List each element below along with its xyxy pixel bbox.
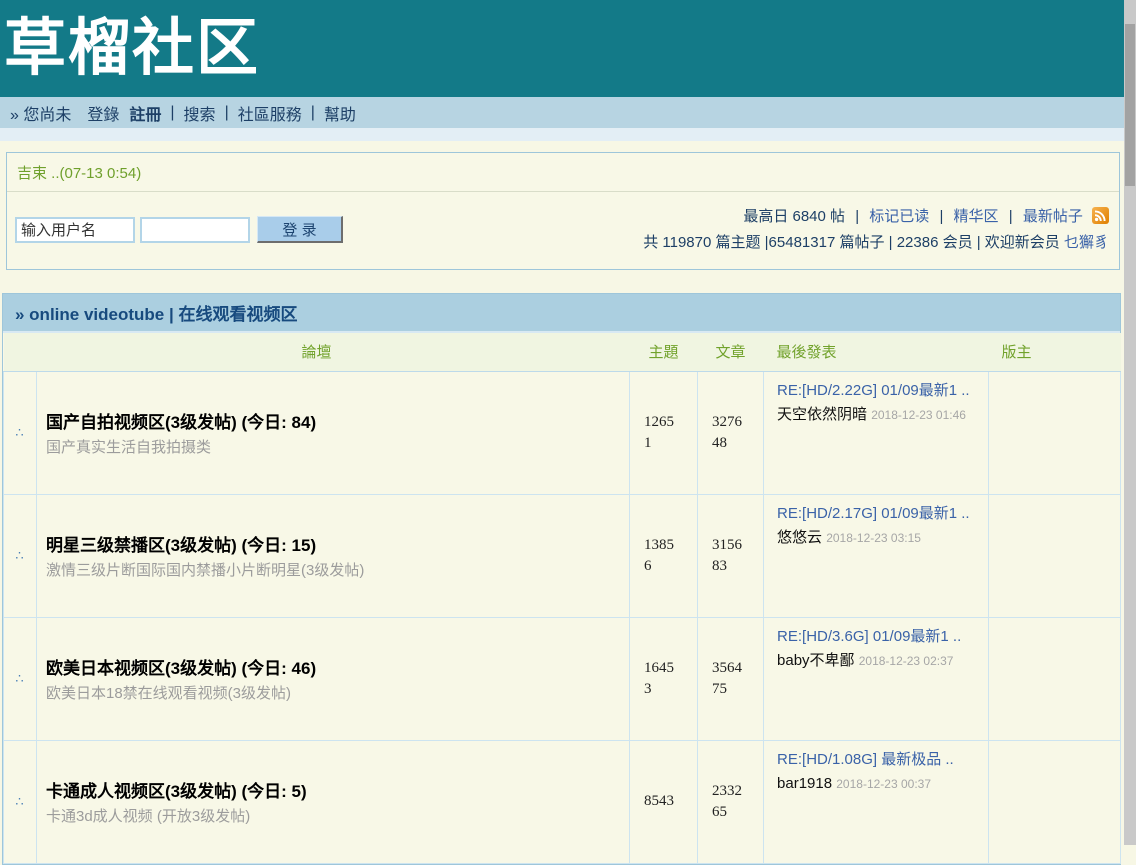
new-member-link[interactable]: 乜獬豸 <box>1064 234 1109 251</box>
forum-title-link[interactable]: 卡通成人视频区(3级发帖) (今日: 5) <box>46 782 307 801</box>
login-status-text: » 您尚未 <box>10 101 71 125</box>
forum-cell: 明星三级禁播区(3级发帖) (今日: 15) 激情三级片断国际国内禁播小片断明星… <box>37 494 630 617</box>
board-stats: 最高日 6840 帖 | 标记已读 | 精华区 | 最新帖子 <box>643 205 1109 254</box>
forum-title-link[interactable]: 明星三级禁播区(3级发帖) (今日: 15) <box>46 536 316 555</box>
forum-title-link[interactable]: 国产自拍视频区(3级发帖) (今日: 84) <box>46 413 316 432</box>
separator: | <box>855 208 859 225</box>
moderator-cell <box>989 617 1121 740</box>
stats-line2: 共 119870 篇主题 |65481317 篇帖子 | 22386 会员 | … <box>643 231 1109 254</box>
lastpost-date: 2018-12-23 00:37 <box>836 777 931 791</box>
column-header-threads: 主題 <box>630 333 698 371</box>
stats-line1: 最高日 6840 帖 | 标记已读 | 精华区 | 最新帖子 <box>643 205 1109 231</box>
forum-description: 卡通3d成人视频 (开放3级发帖) <box>46 805 619 826</box>
column-header-posts: 文章 <box>698 333 764 371</box>
forum-description: 激情三级片断国际国内禁播小片断明星(3级发帖) <box>46 559 619 580</box>
threads-count-cell: 12651 <box>630 371 698 494</box>
forum-cell: 欧美日本视频区(3级发帖) (今日: 46) 欧美日本18禁在线观看视频(3级发… <box>37 617 630 740</box>
posts-count-cell: 327648 <box>698 371 764 494</box>
totals-text: 共 119870 篇主题 |65481317 篇帖子 | 22386 会员 | … <box>643 234 1060 251</box>
password-input[interactable] <box>140 217 250 243</box>
separator: | <box>1009 208 1013 225</box>
lastpost-link[interactable]: RE:[HD/2.17G] 01/09最新1 .. <box>777 505 970 522</box>
lastpost-user: 悠悠云 <box>777 529 822 546</box>
forum-title-link[interactable]: 欧美日本视频区(3级发帖) (今日: 46) <box>46 659 316 678</box>
column-header-moderator: 版主 <box>989 333 1121 371</box>
lastpost-date: 2018-12-23 01:46 <box>871 408 966 422</box>
moderator-cell <box>989 494 1121 617</box>
site-logo: 草榴社区 <box>0 18 260 80</box>
scrollbar-thumb[interactable] <box>1125 24 1135 186</box>
max-posts-text: 最高日 6840 帖 <box>743 208 845 225</box>
separator: | <box>311 104 315 122</box>
column-header-forum: 論壇 <box>4 333 630 371</box>
forum-status-cell: ∴ <box>4 371 37 494</box>
lastpost-user: bar1918 <box>777 775 832 792</box>
lastpost-link[interactable]: RE:[HD/1.08G] 最新极品 .. <box>777 751 954 768</box>
nav-strip <box>0 128 1124 141</box>
forum-table: 論壇 主題 文章 最後發表 版主 ∴ 国产自拍视频区(3级发帖) (今日: 84… <box>3 333 1121 864</box>
login-stats-row: 登 录 最高日 6840 帖 | 标记已读 | 精华区 | 最新帖子 <box>7 192 1119 269</box>
separator: | <box>170 104 174 122</box>
login-form: 登 录 <box>15 216 343 243</box>
nav-help-link[interactable]: 幫助 <box>324 101 356 125</box>
rss-icon[interactable] <box>1092 207 1109 231</box>
forum-icon: ∴ <box>15 671 24 686</box>
lastpost-date: 2018-12-23 03:15 <box>826 531 921 545</box>
moderator-cell <box>989 371 1121 494</box>
notice-login-box: 吉束 ..(07-13 0:54) 登 录 最高日 6840 帖 | 标记已读 … <box>6 152 1120 270</box>
forum-description: 欧美日本18禁在线观看视频(3级发帖) <box>46 682 619 703</box>
username-input[interactable] <box>15 217 135 243</box>
forum-status-cell: ∴ <box>4 494 37 617</box>
table-header-row: 論壇 主題 文章 最後發表 版主 <box>4 333 1121 371</box>
forum-icon: ∴ <box>15 794 24 809</box>
vertical-scrollbar[interactable] <box>1124 0 1136 845</box>
threads-count-cell: 16453 <box>630 617 698 740</box>
lastpost-link[interactable]: RE:[HD/2.22G] 01/09最新1 .. <box>777 382 970 399</box>
site-header: 草榴社区 <box>0 0 1124 97</box>
forum-icon: ∴ <box>15 548 24 563</box>
separator: | <box>939 208 943 225</box>
threads-count-cell: 13856 <box>630 494 698 617</box>
navbar: » 您尚未 登錄 註冊 | 搜索 | 社區服務 | 幫助 <box>0 97 1124 128</box>
category-title[interactable]: » online videotube | 在线观看视频区 <box>3 294 1120 333</box>
lastpost-date: 2018-12-23 02:37 <box>859 654 954 668</box>
lastpost-link[interactable]: RE:[HD/3.6G] 01/09最新1 .. <box>777 628 961 645</box>
lastpost-cell: RE:[HD/2.22G] 01/09最新1 .. 天空依然阴暗 2018-12… <box>764 371 989 494</box>
notice-text: 吉束 ..(07-13 0:54) <box>7 153 1119 192</box>
table-row: ∴ 明星三级禁播区(3级发帖) (今日: 15) 激情三级片断国际国内禁播小片断… <box>4 494 1121 617</box>
posts-count-cell: 315683 <box>698 494 764 617</box>
forum-description: 国产真实生活自我拍摄类 <box>46 436 619 457</box>
table-row: ∴ 欧美日本视频区(3级发帖) (今日: 46) 欧美日本18禁在线观看视频(3… <box>4 617 1121 740</box>
forum-category-box: » online videotube | 在线观看视频区 論壇 主題 文章 最後… <box>2 293 1121 865</box>
column-header-lastpost: 最後發表 <box>764 333 989 371</box>
forum-icon: ∴ <box>15 425 24 440</box>
mark-read-link[interactable]: 标记已读 <box>869 208 929 225</box>
lastpost-cell: RE:[HD/2.17G] 01/09最新1 .. 悠悠云 2018-12-23… <box>764 494 989 617</box>
lastpost-user: 天空依然阴暗 <box>777 406 867 423</box>
lastpost-cell: RE:[HD/3.6G] 01/09最新1 .. baby不卑鄙 2018-12… <box>764 617 989 740</box>
login-button[interactable]: 登 录 <box>257 216 343 243</box>
digest-link[interactable]: 精华区 <box>954 208 999 225</box>
nav-login-link[interactable]: 登錄 <box>87 101 119 125</box>
lastpost-user: baby不卑鄙 <box>777 652 855 669</box>
forum-cell: 国产自拍视频区(3级发帖) (今日: 84) 国产真实生活自我拍摄类 <box>37 371 630 494</box>
separator: | <box>225 104 229 122</box>
nav-search-link[interactable]: 搜索 <box>184 101 216 125</box>
posts-count-cell: 356475 <box>698 617 764 740</box>
newest-posts-link[interactable]: 最新帖子 <box>1023 208 1083 225</box>
page-content: 草榴社区 » 您尚未 登錄 註冊 | 搜索 | 社區服務 | 幫助 吉束 ..(… <box>0 0 1124 865</box>
nav-services-link[interactable]: 社區服務 <box>238 101 302 125</box>
forum-status-cell: ∴ <box>4 617 37 740</box>
nav-register-link[interactable]: 註冊 <box>129 101 161 125</box>
table-row: ∴ 国产自拍视频区(3级发帖) (今日: 84) 国产真实生活自我拍摄类 126… <box>4 371 1121 494</box>
